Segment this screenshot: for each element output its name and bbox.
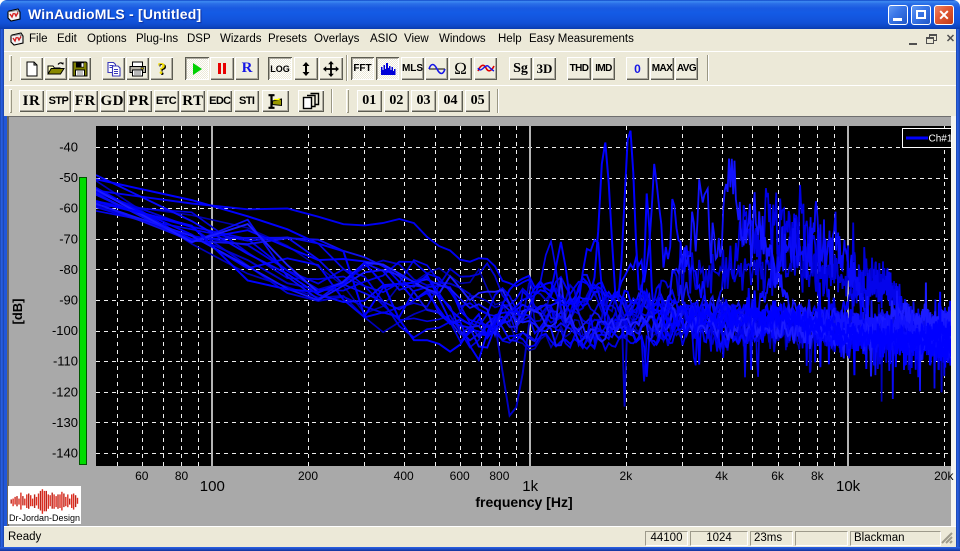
svg-text:8k: 8k [811, 469, 825, 483]
svg-text:800: 800 [489, 469, 509, 483]
svg-text:2k: 2k [620, 469, 634, 483]
svg-text:-60: -60 [59, 201, 78, 216]
svg-text:-120: -120 [52, 384, 78, 399]
svg-text:100: 100 [200, 478, 225, 495]
svg-text:4k: 4k [715, 469, 729, 483]
svg-text:-100: -100 [52, 323, 78, 338]
svg-text:-40: -40 [59, 140, 78, 155]
svg-text:400: 400 [394, 469, 414, 483]
svg-text:-90: -90 [59, 293, 78, 308]
svg-text:-70: -70 [59, 231, 78, 246]
svg-text:10k: 10k [836, 478, 861, 495]
svg-text:1k: 1k [522, 478, 538, 495]
svg-text:20k: 20k [934, 469, 954, 483]
svg-text:-80: -80 [59, 262, 78, 277]
svg-text:-130: -130 [52, 415, 78, 430]
svg-text:600: 600 [450, 469, 470, 483]
svg-text:80: 80 [175, 469, 189, 483]
svg-text:Dr-Jordan-Design: Dr-Jordan-Design [9, 513, 80, 523]
svg-text:-110: -110 [53, 354, 78, 369]
svg-text:[dB]: [dB] [10, 299, 25, 325]
svg-text:-50: -50 [59, 170, 78, 185]
svg-text:-140: -140 [52, 446, 78, 461]
svg-text:200: 200 [298, 469, 318, 483]
svg-text:6k: 6k [771, 469, 785, 483]
svg-text:60: 60 [135, 469, 149, 483]
svg-text:Ch#1: Ch#1 [929, 134, 953, 145]
svg-text:frequency [Hz]: frequency [Hz] [475, 494, 572, 510]
